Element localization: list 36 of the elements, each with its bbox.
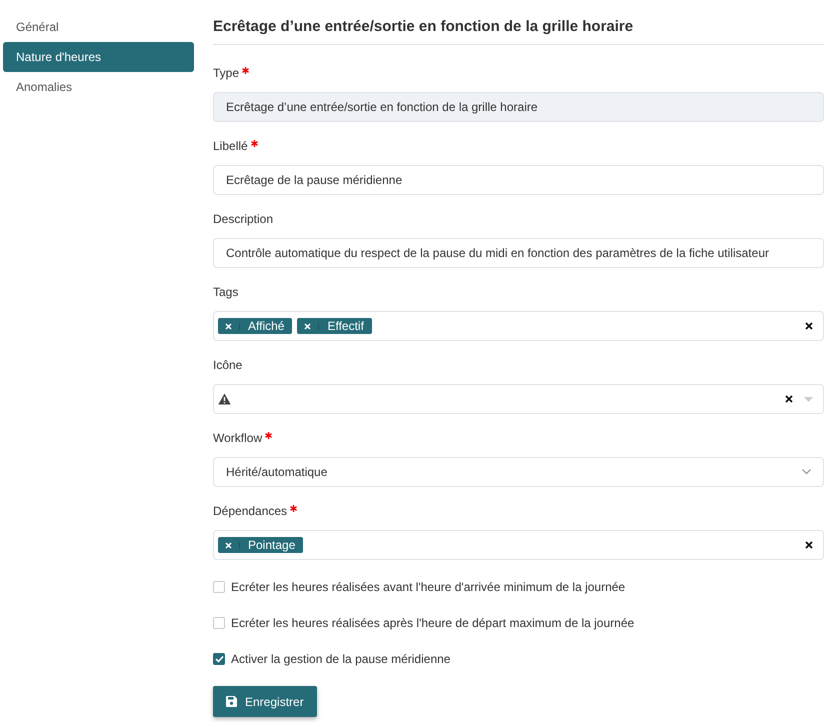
field-label: Libellé (213, 139, 248, 153)
sidebar-item[interactable]: Nature d'heures (3, 42, 194, 72)
tag-label: Pointage (247, 538, 296, 552)
section-title: Ecrêtage d’une entrée/sortie en fonction de la grille horaire (213, 12, 824, 45)
field-label: Tags (213, 285, 238, 299)
clear-icon[interactable] (785, 395, 793, 403)
checkbox-label: Ecréter les heures réalisées avant l'heure d'arrivée minimum de la journée (231, 580, 626, 594)
chevron-down-icon (802, 469, 811, 475)
required-icon (265, 432, 272, 439)
required-icon (250, 140, 258, 147)
sidebar-item[interactable]: Anomalies (3, 72, 194, 102)
field-label: Dépendances (213, 504, 288, 518)
clear-icon[interactable] (805, 322, 813, 330)
input-field[interactable]: Contrôle automatique du respect de la pause du midi en fonction des paramètres de la fiche utilisateur (213, 238, 824, 268)
tag-label: Effectif (326, 319, 365, 333)
checkbox-label: Activer la gestion de la pause méridienne (231, 652, 450, 666)
input-field[interactable]: Ecrêtage de la pause méridienne (213, 165, 824, 195)
field-label: Icône (213, 358, 242, 372)
save-button[interactable]: Enregistrer (213, 686, 317, 717)
field-label: Description (213, 212, 274, 226)
tags-field[interactable]: Pointage (213, 530, 824, 560)
icon-select-field[interactable] (213, 384, 824, 414)
warning-icon (218, 393, 231, 405)
input-field[interactable]: Ecrêtage d’une entrée/sortie en fonction de la grille horaire (213, 92, 824, 122)
sidebar-item[interactable]: Général (3, 12, 194, 42)
checkbox[interactable] (213, 652, 225, 664)
required-icon (290, 505, 298, 512)
tag-label: Affiché (247, 319, 286, 333)
clear-icon[interactable] (805, 541, 813, 549)
field-label: Type (213, 66, 240, 80)
select-value: Hérité/automatique (226, 465, 328, 479)
required-icon (242, 67, 250, 74)
field-label: Workflow (213, 431, 262, 445)
tags-field[interactable]: Affiché Effectif (213, 311, 824, 341)
select-field[interactable]: Hérité/automatique (213, 457, 824, 487)
checkbox-label: Ecréter les heures réalisées après l'heure de départ maximum de la journée (231, 616, 634, 630)
